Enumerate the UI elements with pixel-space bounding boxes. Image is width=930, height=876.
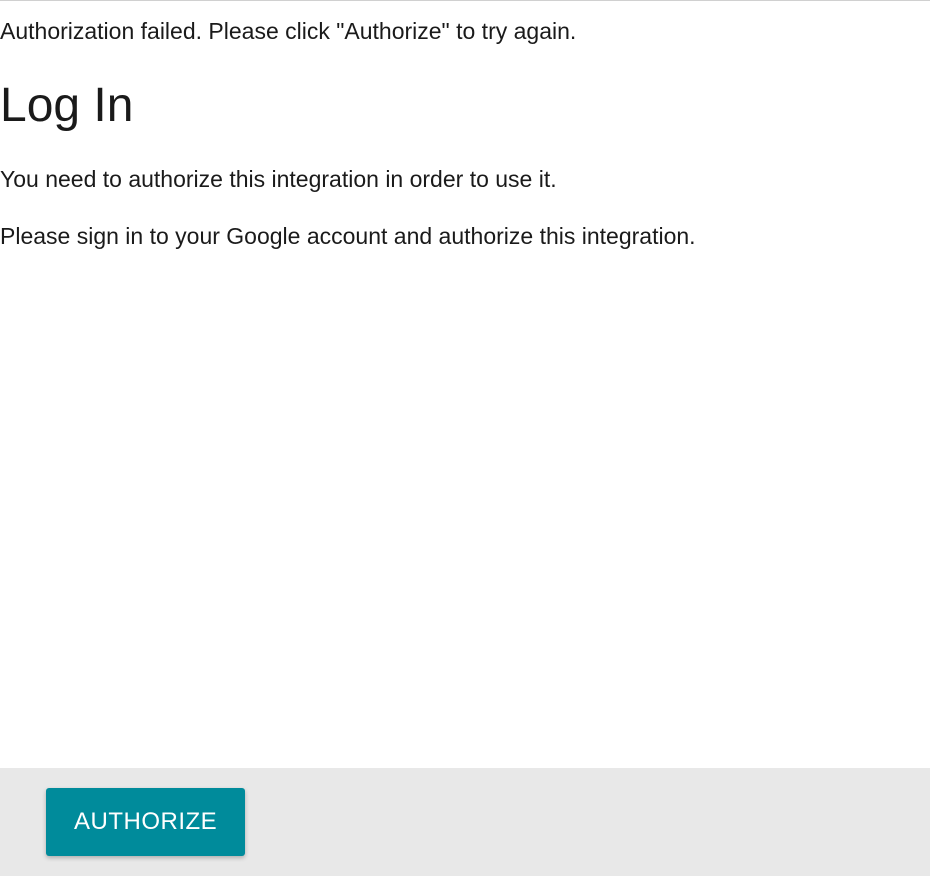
description-text: You need to authorize this integration i…	[0, 163, 930, 196]
footer-bar: AUTHORIZE	[0, 768, 930, 876]
error-message: Authorization failed. Please click "Auth…	[0, 15, 930, 47]
page-title: Log In	[0, 77, 930, 135]
main-content: Authorization failed. Please click "Auth…	[0, 1, 930, 768]
authorize-button[interactable]: AUTHORIZE	[46, 788, 245, 856]
instruction-text: Please sign in to your Google account an…	[0, 220, 930, 253]
